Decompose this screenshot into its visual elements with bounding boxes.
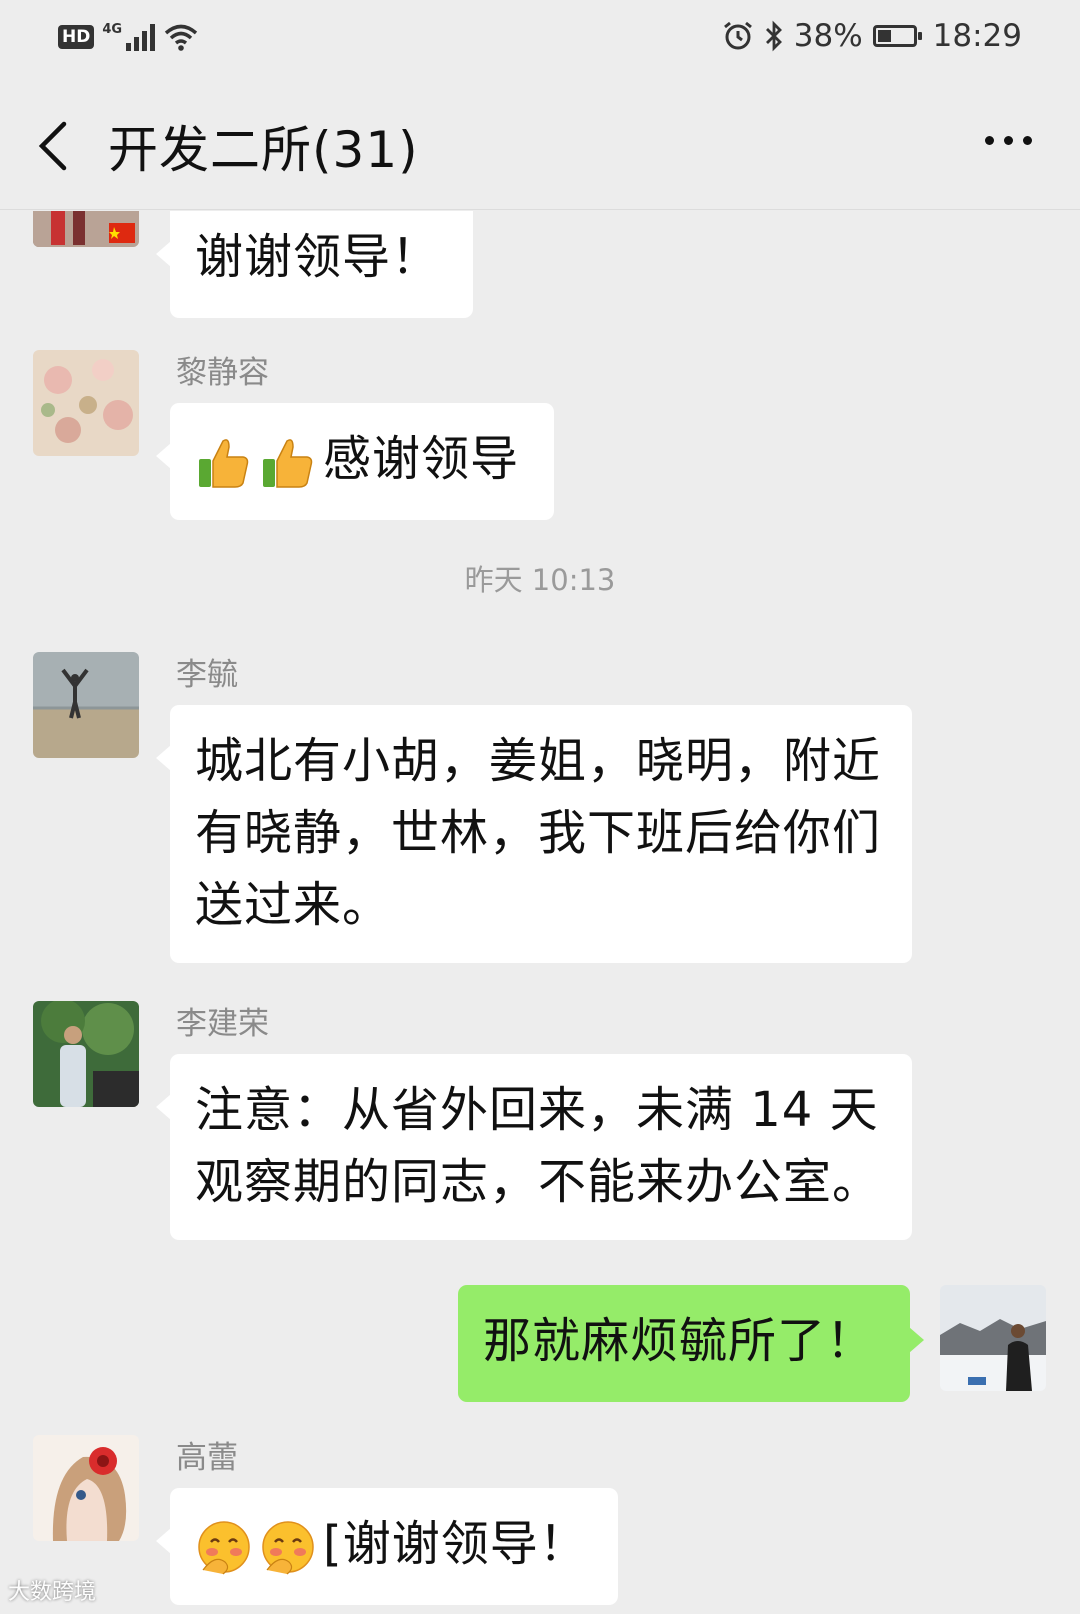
alarm-icon — [723, 21, 752, 50]
sender-name: 李毓 — [176, 657, 238, 693]
signal-icon — [126, 23, 156, 51]
blush-face-icon — [198, 1521, 250, 1575]
message-line: 注意：从省外回来，未满 14 天 — [195, 1082, 879, 1138]
message-bubble[interactable]: 注意：从省外回来，未满 14 天 观察期的同志，不能来办公室。 — [156, 1054, 912, 1240]
avatar[interactable] — [33, 1001, 139, 1107]
back-arrow-icon[interactable] — [34, 116, 74, 176]
chat-header: 开发二所(31) — [0, 80, 1080, 210]
watermark: 大数跨境 — [8, 1580, 97, 1605]
message-line: 观察期的同志，不能来办公室。 — [195, 1154, 882, 1210]
avatar[interactable] — [33, 211, 139, 247]
timestamp: 昨天 10:13 — [464, 563, 616, 597]
status-bar: HD 4G 38% 18:29 — [0, 0, 1080, 80]
thumbs-up-icon — [199, 439, 249, 488]
sender-name: 黎静容 — [176, 355, 269, 391]
more-options-icon[interactable] — [985, 136, 1032, 145]
network-type: 4G — [102, 21, 123, 37]
message-text: 那就麻烦毓所了！ — [483, 1313, 876, 1369]
page-title: 开发二所(31) — [108, 121, 419, 179]
sender-name: 高蕾 — [176, 1440, 238, 1476]
avatar-self[interactable] — [940, 1285, 1046, 1391]
message-line: 城北有小胡，姜姐，晓明，附近 — [195, 733, 882, 789]
battery-icon — [872, 25, 922, 47]
bluetooth-icon — [765, 20, 782, 52]
clock: 18:29 — [932, 18, 1022, 54]
message-bubble[interactable]: 谢谢领导！ — [156, 211, 473, 318]
sender-name: 李建荣 — [176, 1006, 269, 1042]
message-line: 有晓静，世林，我下班后给你们 — [195, 805, 882, 861]
message-bubble[interactable]: 感谢领导 — [156, 403, 554, 520]
message-bubble-outgoing[interactable]: 那就麻烦毓所了！ — [458, 1285, 924, 1402]
message-line: 送过来。 — [195, 877, 392, 933]
avatar[interactable] — [33, 1435, 139, 1541]
wifi-icon — [164, 24, 198, 51]
message-text: [谢谢领导！ — [323, 1516, 588, 1572]
message-bubble[interactable]: 城北有小胡，姜姐，晓明，附近 有晓静，世林，我下班后给你们 送过来。 — [156, 705, 912, 963]
blush-face-icon — [262, 1521, 314, 1575]
thumbs-up-icon — [263, 439, 313, 488]
chat-area[interactable]: 谢谢领导！ 黎静容 感谢领导 昨天 10:13 李毓 城北有小胡，姜姐，晓明，附… — [0, 211, 1080, 1614]
hd-badge: HD — [58, 25, 95, 49]
avatar[interactable] — [33, 652, 139, 758]
message-bubble[interactable]: [谢谢领导！ — [156, 1488, 618, 1605]
battery-percent: 38% — [793, 18, 863, 54]
message-text: 谢谢领导！ — [195, 229, 441, 285]
avatar[interactable] — [33, 350, 139, 456]
message-text: 感谢领导 — [323, 431, 520, 487]
